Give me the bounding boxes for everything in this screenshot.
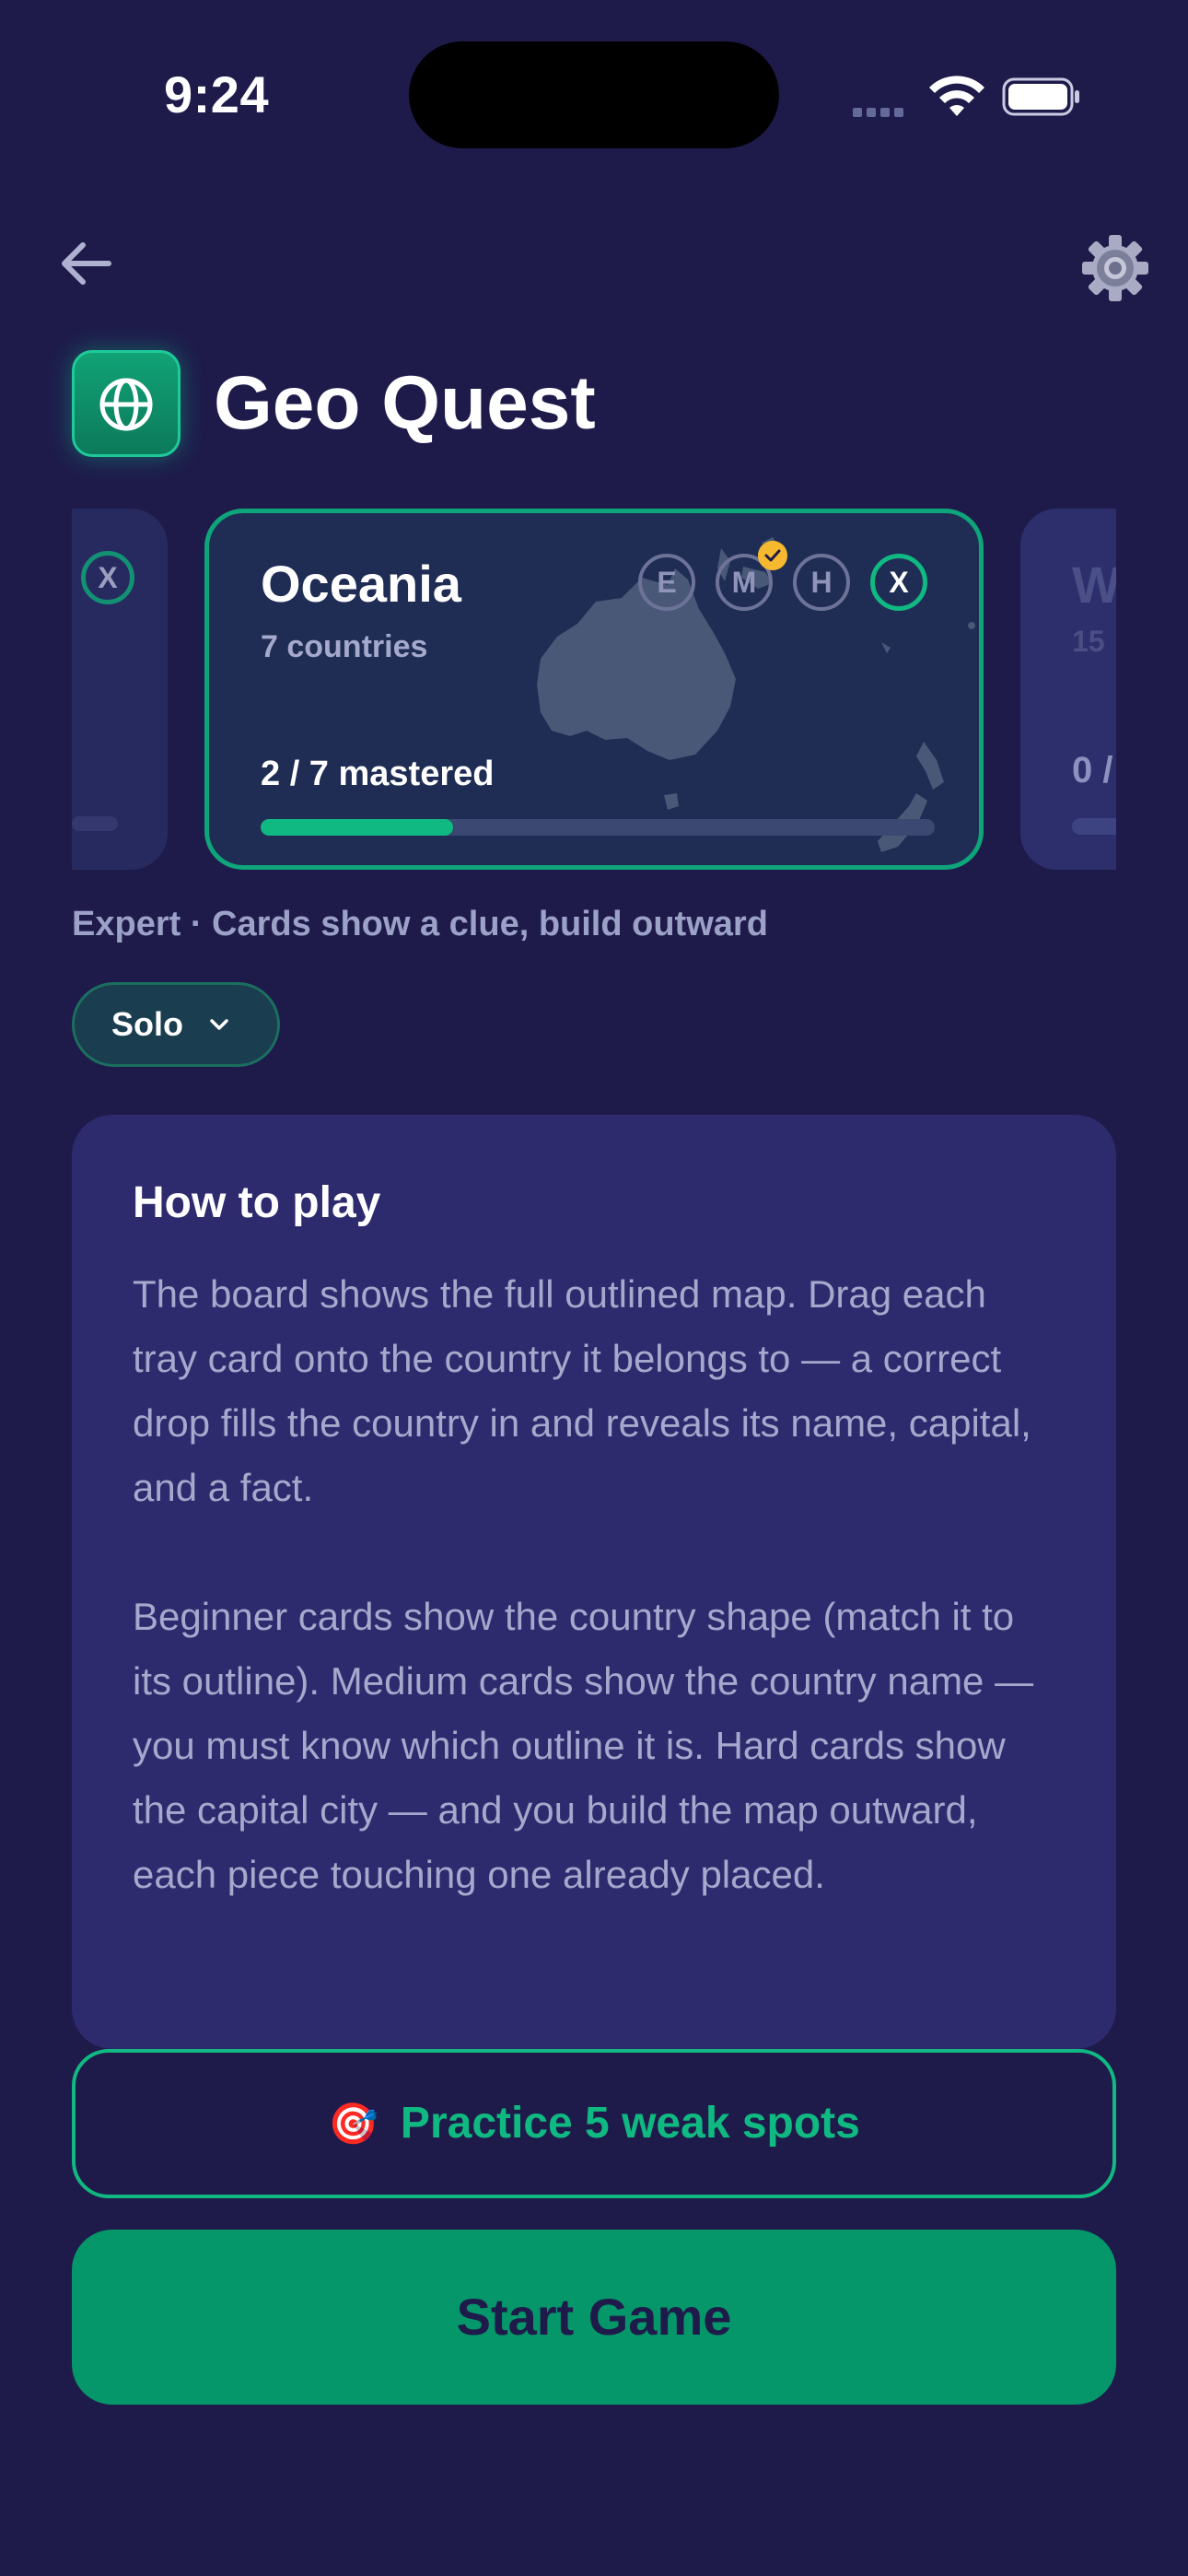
mastered-count: 2 / 7 mastered	[261, 755, 495, 793]
difficulty-easy[interactable]: E	[638, 554, 695, 611]
practice-weak-spots-button[interactable]: 🎯 Practice 5 weak spots	[72, 2049, 1116, 2198]
mastery-progress-bar	[261, 819, 935, 836]
player-mode-label: Solo	[111, 1005, 183, 1043]
status-time: 9:24	[164, 65, 270, 123]
mode-description: Expert · Cards show a clue, build outwar…	[72, 905, 768, 943]
back-arrow-icon[interactable]	[55, 234, 114, 293]
mastery-progress-fill	[261, 819, 454, 836]
progress-bar	[1072, 818, 1116, 835]
progress-bar	[72, 816, 118, 831]
dynamic-island	[409, 41, 779, 148]
gear-icon[interactable]	[1081, 234, 1149, 302]
chevron-down-icon	[210, 1019, 228, 1030]
cellular-signal-icon	[853, 105, 914, 118]
country-count: 15	[1072, 625, 1105, 658]
mastered-count: 0 /	[1072, 750, 1113, 790]
app-logo	[72, 350, 181, 457]
region-name: W	[1072, 556, 1116, 614]
how-to-play-paragraph: The board shows the full outlined map. D…	[133, 1272, 1031, 1509]
practice-button-label: Practice 5 weak spots	[400, 2099, 860, 2148]
how-to-play-paragraph: Beginner cards show the country shape (m…	[133, 1595, 1034, 1896]
how-to-play-heading: How to play	[133, 1178, 381, 1227]
check-icon	[758, 541, 787, 570]
page-title: Geo Quest	[214, 361, 596, 445]
start-game-button[interactable]: Start Game	[72, 2230, 1116, 2405]
player-mode-dropdown[interactable]: Solo	[72, 982, 280, 1067]
region-card-next[interactable]: W 15 0 /	[1020, 509, 1116, 870]
region-card-previous[interactable]: X	[72, 509, 168, 870]
globe-icon	[99, 378, 153, 431]
difficulty-hard[interactable]: H	[793, 554, 850, 611]
difficulty-expert[interactable]: X	[870, 554, 927, 611]
region-name: Oceania	[261, 555, 461, 613]
region-card-oceania[interactable]: Oceania 7 countries E M H X 2 / 7 master…	[204, 509, 984, 870]
wifi-icon	[929, 76, 984, 116]
target-icon: 🎯	[328, 2102, 379, 2147]
how-to-play-panel: How to play The board shows the full out…	[72, 1115, 1116, 2049]
difficulty-badge: X	[81, 551, 134, 604]
country-count: 7 countries	[261, 629, 428, 664]
battery-icon	[1002, 77, 1079, 116]
